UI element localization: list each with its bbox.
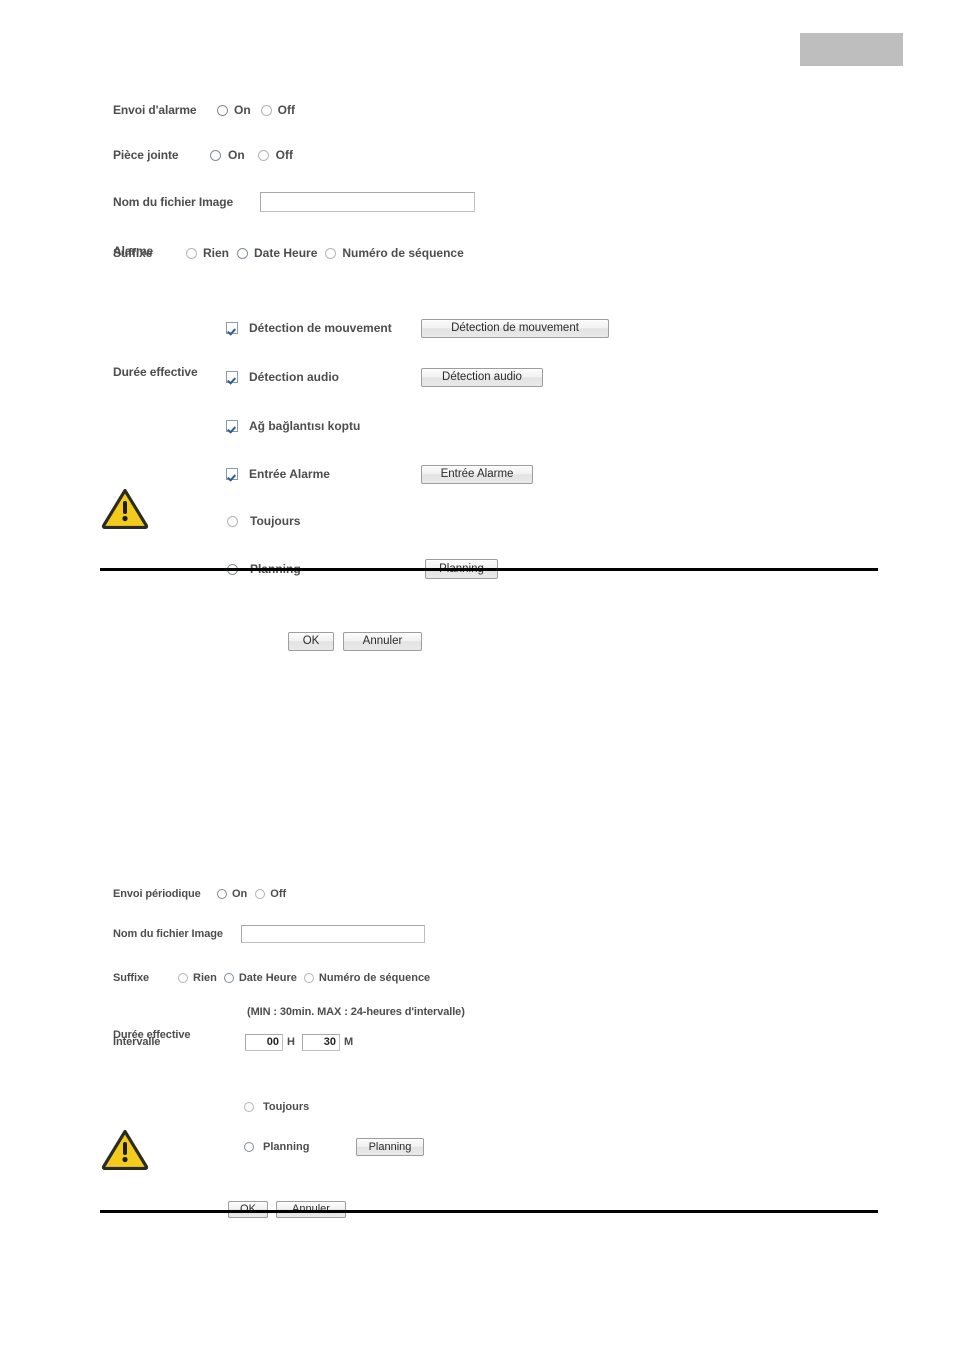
suffixe-date-heure-label[interactable]: Date Heure (254, 246, 317, 260)
periodic-planning-button[interactable]: Planning (356, 1138, 424, 1156)
detection-mouvement-button[interactable]: Détection de mouvement (421, 318, 609, 338)
periodic-duree-toujours-label[interactable]: Toujours (263, 1101, 309, 1113)
row-periodic-nom-fichier-image: Nom du fichier Image (113, 924, 954, 944)
periodic-duree-radio-planning[interactable] (244, 1142, 254, 1152)
intervalle-minutes-unit: M (343, 1036, 354, 1048)
suffixe-radio-date-heure[interactable] (237, 247, 249, 259)
piece-jointe-label: Pièce jointe (113, 148, 179, 162)
section-divider-bottom (100, 1210, 878, 1213)
duree-toujours-label[interactable]: Toujours (250, 514, 300, 528)
nom-fichier-image-label: Nom du fichier Image (113, 195, 234, 209)
periodic-suffixe-numero-sequence-label[interactable]: Numéro de séquence (319, 972, 430, 984)
alarme-item-detection-audio: Détection audio Détection audio (226, 367, 954, 387)
alarme-group-label: Alarme (113, 244, 154, 258)
network-lost-checkbox[interactable] (226, 420, 238, 432)
duree-radio-toujours[interactable] (227, 515, 238, 527)
intervalle-hours-unit: H (287, 1036, 295, 1048)
entree-alarme-button[interactable]: Entrée Alarme (421, 464, 533, 484)
periodic-nom-fichier-image-input[interactable] (241, 925, 425, 943)
suffixe-radio-rien[interactable] (186, 247, 197, 259)
periodic-mail-form: Envoi périodique On Off Nom du fichier I… (0, 0, 954, 1218)
duree-effective-label: Durée effective (113, 365, 198, 379)
periodic-duree-radio-toujours[interactable] (244, 1102, 254, 1112)
periodic-duree-option-planning: Planning Planning (244, 1138, 954, 1156)
cancel-button[interactable]: Annuler (343, 631, 422, 651)
envoi-periodique-off-label[interactable]: Off (270, 888, 286, 900)
row-suffixe: Suffixe Rien Date Heure Numéro de séquen… (113, 244, 954, 262)
envoi-periodique-on-label[interactable]: On (232, 888, 247, 900)
row-intervalle: Intervalle H M (113, 1033, 954, 1051)
detection-mouvement-label: Détection de mouvement (249, 321, 392, 335)
periodic-suffixe-label: Suffixe (113, 972, 149, 984)
periodic-suffixe-radio-date-heure[interactable] (223, 973, 234, 983)
piece-jointe-radio-off[interactable] (257, 149, 269, 161)
section-divider-top (100, 568, 878, 571)
row-periodic-suffixe: Suffixe Rien Date Heure Numéro de séquen… (113, 970, 954, 986)
piece-jointe-radio-on[interactable] (210, 149, 221, 161)
row-nom-fichier-image: Nom du fichier Image (113, 191, 954, 213)
alarme-item-detection-mouvement: Détection de mouvement Détection de mouv… (226, 318, 954, 338)
periodic-suffixe-radio-rien[interactable] (178, 973, 188, 983)
piece-jointe-on-label[interactable]: On (228, 148, 245, 162)
alarme-item-network-lost: Ağ bağlantısı koptu (226, 417, 954, 435)
detection-audio-button[interactable]: Détection audio (421, 367, 543, 387)
periodic-duree-option-toujours: Toujours (244, 1099, 954, 1115)
detection-audio-label: Détection audio (249, 370, 340, 384)
suffixe-radio-numero-sequence[interactable] (325, 247, 337, 259)
periodic-suffixe-rien-label[interactable]: Rien (193, 972, 217, 984)
intervalle-hours-input[interactable] (245, 1033, 283, 1051)
detection-audio-checkbox[interactable] (226, 371, 238, 383)
envoi-periodique-radio-on[interactable] (217, 889, 227, 899)
periodic-duree-planning-label[interactable]: Planning (263, 1141, 356, 1153)
periodic-duree-effective-label: Durée effective (113, 1029, 191, 1041)
warning-triangle-icon (101, 487, 149, 529)
piece-jointe-off-label[interactable]: Off (276, 148, 293, 162)
warning-triangle-icon-periodic (101, 1128, 149, 1170)
periodic-suffixe-radio-numero-sequence[interactable] (303, 973, 314, 983)
suffixe-numero-sequence-label[interactable]: Numéro de séquence (342, 246, 463, 260)
nom-fichier-image-input[interactable] (260, 192, 475, 212)
periodic-nom-fichier-image-label: Nom du fichier Image (113, 928, 223, 940)
network-lost-label: Ağ bağlantısı koptu (249, 419, 361, 433)
row-envoi-periodique: Envoi périodique On Off (113, 886, 954, 902)
alarme-item-entree-alarme: Entrée Alarme Entrée Alarme (226, 464, 954, 484)
envoi-periodique-radio-off[interactable] (255, 889, 266, 899)
periodic-cancel-button[interactable]: Annuler (276, 1200, 346, 1218)
periodic-suffixe-date-heure-label[interactable]: Date Heure (239, 972, 297, 984)
intervalle-note: (MIN : 30min. MAX : 24-heures d'interval… (247, 1006, 465, 1018)
entree-alarme-checkbox[interactable] (226, 468, 238, 480)
row-piece-jointe: Pièce jointe On Off (113, 146, 954, 164)
periodic-ok-button[interactable]: OK (228, 1200, 268, 1218)
detection-mouvement-checkbox[interactable] (226, 322, 238, 334)
envoi-periodique-label: Envoi périodique (113, 888, 201, 900)
ok-button[interactable]: OK (288, 631, 334, 651)
duree-option-toujours: Toujours (227, 512, 954, 530)
intervalle-minutes-input[interactable] (301, 1033, 340, 1051)
entree-alarme-label: Entrée Alarme (249, 467, 330, 481)
suffixe-rien-label[interactable]: Rien (203, 246, 229, 260)
periodic-form-actions: OK Annuler (228, 1200, 954, 1218)
alarm-form-actions: OK Annuler (288, 631, 954, 651)
